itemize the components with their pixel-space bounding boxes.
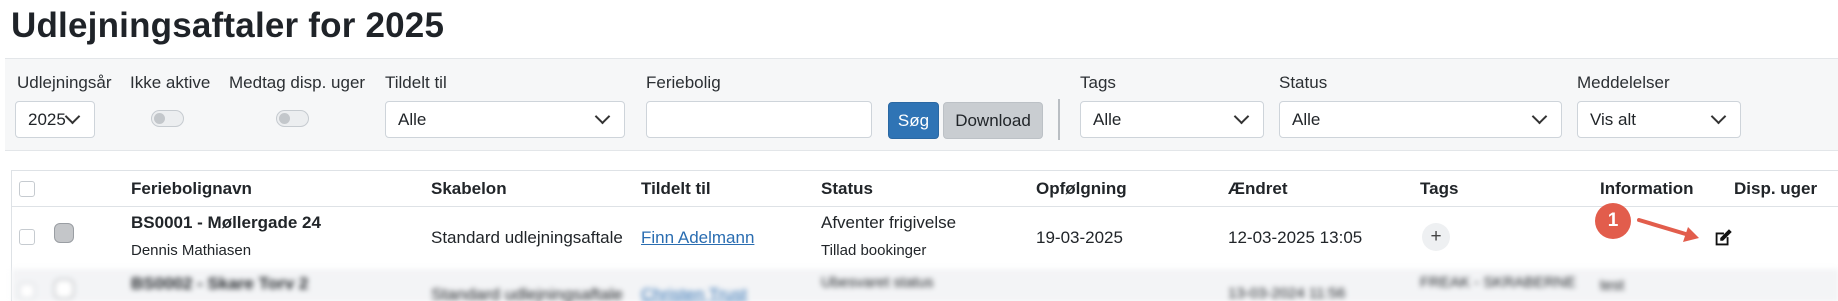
- toggle-knob: [154, 113, 165, 124]
- row-checkbox[interactable]: [19, 229, 35, 245]
- table-row[interactable]: BS0002 - Skare Torv 2 Standard udlejning…: [12, 269, 1838, 301]
- status-subtext: Tillad bookinger: [821, 242, 927, 259]
- messages-label: Meddelelser: [1577, 73, 1670, 92]
- chevron-down-icon: [594, 108, 611, 125]
- column-header[interactable]: Skabelon: [431, 179, 507, 199]
- status-indicator: [54, 223, 74, 243]
- information-text: test: [1600, 277, 1625, 294]
- column-header[interactable]: Tags: [1420, 179, 1458, 199]
- page-title: Udlejningsaftaler for 2025: [11, 6, 445, 45]
- disp-weeks-label: Medtag disp. uger: [229, 73, 366, 92]
- changed-date: 13-03-2024 11:56: [1228, 285, 1346, 301]
- tag-label: FREAK - SKRABERNE: [1420, 274, 1576, 291]
- status-text: Ubesvaret status: [821, 274, 934, 291]
- download-button[interactable]: Download: [943, 102, 1043, 139]
- messages-select-value: Vis alt: [1590, 109, 1636, 129]
- annotation-badge: 1: [1595, 203, 1631, 239]
- inactive-toggle[interactable]: [151, 110, 184, 127]
- search-button[interactable]: Søg: [888, 102, 939, 139]
- year-select-value: 2025: [28, 109, 66, 129]
- status-select[interactable]: Alle: [1279, 101, 1562, 138]
- select-all-checkbox[interactable]: [19, 181, 35, 197]
- disp-weeks-toggle[interactable]: [276, 110, 309, 127]
- row-checkbox[interactable]: [19, 283, 35, 299]
- year-label: Udlejningsår: [17, 73, 112, 92]
- year-select[interactable]: 2025: [15, 101, 95, 138]
- column-header[interactable]: Ændret: [1228, 179, 1288, 199]
- tags-label: Tags: [1080, 73, 1116, 92]
- column-header[interactable]: Opfølgning: [1036, 179, 1127, 199]
- toggle-knob: [279, 113, 290, 124]
- status-label: Status: [1279, 73, 1328, 92]
- add-tag-button[interactable]: +: [1422, 223, 1450, 251]
- changed-date: 12-03-2025 13:05: [1228, 228, 1363, 247]
- column-header[interactable]: Status: [821, 179, 873, 199]
- template-name: Standard udlejningsaftale: [431, 228, 623, 247]
- template-name: Standard udlejningsaftale: [431, 285, 623, 301]
- assigned-link[interactable]: Finn Adelmann: [641, 228, 754, 248]
- agreements-table: Feriebolignavn Skabelon Tildelt til Stat…: [11, 170, 1838, 301]
- assigned-select-value: Alle: [398, 109, 427, 129]
- chevron-down-icon: [1233, 108, 1250, 125]
- assigned-select[interactable]: Alle: [385, 101, 625, 138]
- status-text: Afventer frigivelse: [821, 213, 957, 232]
- edit-icon[interactable]: [1712, 227, 1734, 249]
- column-header[interactable]: Feriebolignavn: [131, 179, 252, 199]
- chevron-down-icon: [64, 108, 81, 125]
- column-header[interactable]: Disp. uger: [1734, 179, 1817, 199]
- tags-select[interactable]: Alle: [1080, 101, 1264, 138]
- owner-name: Dennis Mathiasen: [131, 242, 252, 259]
- property-name[interactable]: BS0001 - Møllergade 24: [131, 213, 321, 233]
- annotation-arrow-icon: [1637, 218, 1699, 242]
- filter-bar: Udlejningsår 2025 Ikke aktive Medtag dis…: [5, 58, 1838, 151]
- divider: [1058, 99, 1060, 140]
- chevron-down-icon: [1531, 108, 1548, 125]
- messages-select[interactable]: Vis alt: [1577, 101, 1741, 138]
- property-label: Feriebolig: [646, 73, 721, 92]
- status-indicator: [54, 279, 74, 299]
- property-name[interactable]: BS0002 - Skare Torv 2: [131, 274, 308, 294]
- column-header[interactable]: Information: [1600, 179, 1694, 199]
- inactive-label: Ikke aktive: [130, 73, 211, 92]
- assigned-label: Tildelt til: [385, 73, 447, 92]
- tags-select-value: Alle: [1093, 109, 1122, 129]
- chevron-down-icon: [1710, 108, 1727, 125]
- property-input[interactable]: [646, 101, 872, 138]
- assigned-link[interactable]: Christen Trust: [641, 285, 747, 301]
- status-select-value: Alle: [1292, 109, 1321, 129]
- followup-date: 19-03-2025: [1036, 228, 1123, 247]
- column-header[interactable]: Tildelt til: [641, 179, 711, 199]
